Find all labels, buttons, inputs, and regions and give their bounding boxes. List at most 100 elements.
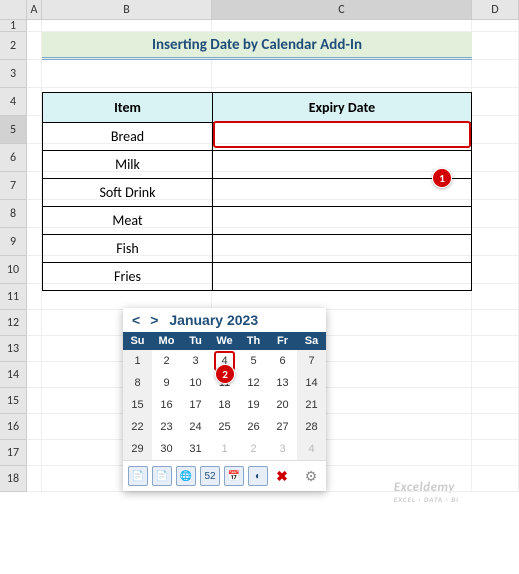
cell[interactable]: [27, 440, 42, 466]
cell[interactable]: [27, 20, 42, 32]
header-item[interactable]: Item: [42, 92, 212, 123]
calendar-day[interactable]: 13: [268, 372, 297, 394]
row-header-16[interactable]: 16: [0, 414, 27, 440]
expiry-cell[interactable]: [212, 207, 472, 235]
cell[interactable]: [27, 256, 42, 284]
calendar-day[interactable]: 18: [210, 394, 239, 416]
calendar-day[interactable]: 14: [297, 372, 326, 394]
calendar-day[interactable]: 22: [123, 416, 152, 438]
item-cell[interactable]: Bread: [42, 123, 212, 151]
calendar-icon[interactable]: 📅: [224, 466, 244, 486]
calendar-day[interactable]: 2: [152, 350, 181, 372]
calendar-day[interactable]: 1: [123, 350, 152, 372]
cell[interactable]: [472, 284, 519, 310]
cell[interactable]: [27, 88, 42, 116]
cell[interactable]: [27, 116, 42, 144]
expiry-cell[interactable]: [212, 263, 472, 291]
cell[interactable]: [27, 32, 42, 60]
cell[interactable]: [27, 284, 42, 310]
cell[interactable]: [472, 200, 519, 228]
row-header-12[interactable]: 12: [0, 310, 27, 336]
item-cell[interactable]: Fries: [42, 263, 212, 291]
row-header-3[interactable]: 3: [0, 60, 27, 88]
row-header-11[interactable]: 11: [0, 284, 27, 310]
cell[interactable]: [472, 228, 519, 256]
calendar-day[interactable]: 17: [181, 394, 210, 416]
row-header-8[interactable]: 8: [0, 200, 27, 228]
cell[interactable]: [27, 60, 42, 88]
calendar-day[interactable]: 6: [268, 350, 297, 372]
calendar-day[interactable]: 19: [239, 394, 268, 416]
cell[interactable]: [27, 310, 42, 336]
cell[interactable]: [472, 466, 519, 492]
row-header-1[interactable]: 1: [0, 20, 27, 32]
expiry-cell[interactable]: [212, 123, 472, 151]
calendar-next-button[interactable]: >: [147, 312, 161, 328]
row-header-6[interactable]: 6: [0, 144, 27, 172]
calendar-day[interactable]: 15: [123, 394, 152, 416]
col-header-d[interactable]: D: [472, 0, 519, 19]
row-header-18[interactable]: 18: [0, 466, 27, 492]
cell[interactable]: [27, 172, 42, 200]
calendar-day[interactable]: 9: [152, 372, 181, 394]
cell[interactable]: [472, 440, 519, 466]
row-header-7[interactable]: 7: [0, 172, 27, 200]
calendar-day[interactable]: 5: [239, 350, 268, 372]
row-header-2[interactable]: 2: [0, 32, 27, 60]
cell[interactable]: [472, 116, 519, 144]
cell[interactable]: [27, 414, 42, 440]
item-cell[interactable]: Fish: [42, 235, 212, 263]
header-expiry[interactable]: Expiry Date: [212, 92, 472, 123]
item-cell[interactable]: Milk: [42, 151, 212, 179]
cell[interactable]: [472, 310, 519, 336]
row-header-9[interactable]: 9: [0, 228, 27, 256]
calendar-day[interactable]: 30: [152, 438, 181, 460]
cell[interactable]: [472, 172, 519, 200]
calendar-prev-button[interactable]: <: [129, 312, 143, 328]
calendar-day[interactable]: 23: [152, 416, 181, 438]
calendar-day[interactable]: 29: [123, 438, 152, 460]
calendar-day-next-month[interactable]: 4: [297, 438, 326, 460]
row-header-14[interactable]: 14: [0, 362, 27, 388]
calendar-day-next-month[interactable]: 1: [210, 438, 239, 460]
moon-icon[interactable]: ◐: [248, 466, 268, 486]
row-header-10[interactable]: 10: [0, 256, 27, 284]
calendar-day[interactable]: 10: [181, 372, 210, 394]
row-header-17[interactable]: 17: [0, 440, 27, 466]
calendar-day[interactable]: 28: [297, 416, 326, 438]
cell[interactable]: [212, 60, 472, 88]
cell[interactable]: [27, 144, 42, 172]
col-header-c[interactable]: C: [212, 0, 472, 19]
row-header-4[interactable]: 4: [0, 88, 27, 116]
calendar-title[interactable]: January 2023: [169, 312, 258, 328]
gear-icon[interactable]: ⚙: [301, 466, 321, 486]
close-icon[interactable]: ✖: [272, 466, 292, 486]
calendar-day[interactable]: 7: [297, 350, 326, 372]
row-header-15[interactable]: 15: [0, 388, 27, 414]
calendar-day-next-month[interactable]: 2: [239, 438, 268, 460]
calendar-day[interactable]: 20: [268, 394, 297, 416]
cell[interactable]: [27, 466, 42, 492]
calendar-day[interactable]: 24: [181, 416, 210, 438]
calendar-day[interactable]: 21: [297, 394, 326, 416]
copy-icon[interactable]: 📄: [128, 466, 148, 486]
calendar-day[interactable]: 27: [268, 416, 297, 438]
calendar-day[interactable]: 16: [152, 394, 181, 416]
cell[interactable]: [472, 88, 519, 116]
cell[interactable]: [27, 388, 42, 414]
row-header-5[interactable]: 5: [0, 116, 27, 144]
cell[interactable]: [472, 414, 519, 440]
cell[interactable]: [472, 336, 519, 362]
row-header-13[interactable]: 13: [0, 336, 27, 362]
select-all-corner[interactable]: [0, 0, 27, 19]
calendar-day[interactable]: 8: [123, 372, 152, 394]
calendar-day[interactable]: 12: [239, 372, 268, 394]
calendar-day[interactable]: 25: [210, 416, 239, 438]
cell[interactable]: [42, 20, 212, 32]
calendar-day-next-month[interactable]: 3: [268, 438, 297, 460]
cell[interactable]: [472, 144, 519, 172]
cell[interactable]: [212, 20, 472, 32]
cell[interactable]: [472, 256, 519, 284]
cell[interactable]: [472, 388, 519, 414]
cell[interactable]: [472, 60, 519, 88]
